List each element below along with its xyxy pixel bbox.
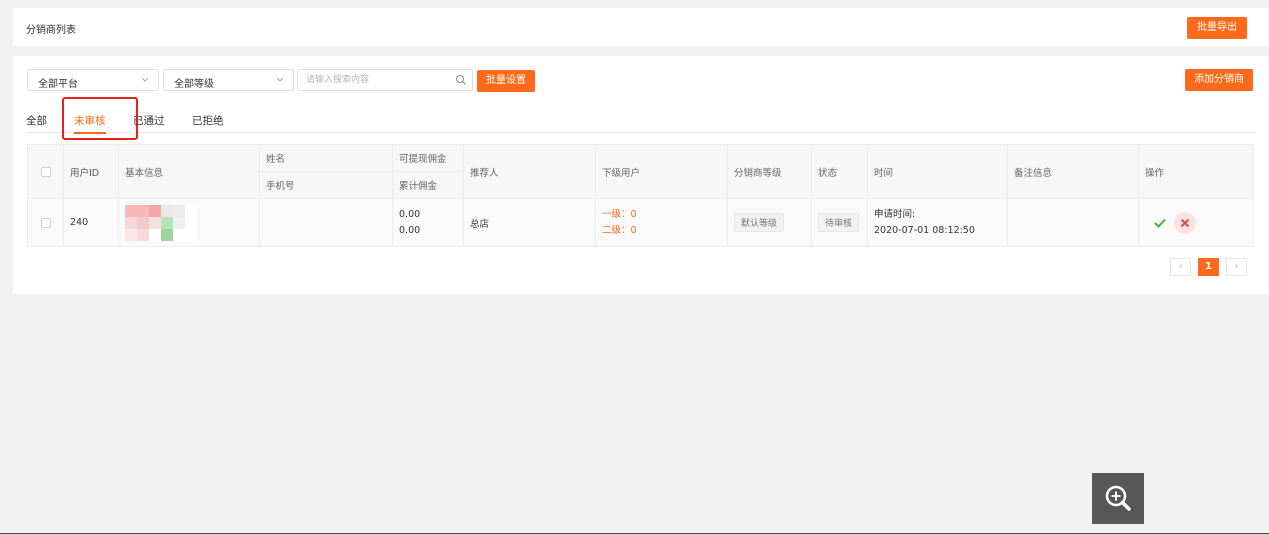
pagination-prev[interactable]: ‹: [1170, 258, 1191, 276]
level-badge: 默认等级: [734, 213, 785, 232]
tab-all[interactable]: 全部: [26, 113, 47, 133]
close-icon[interactable]: [1174, 211, 1197, 234]
select-all-cell: [27, 144, 64, 199]
search-icon[interactable]: [455, 74, 467, 86]
col-actions: 操作: [1138, 144, 1254, 199]
main-card: 全部平台 全部等级 批量设置 添加分销商 全部 未审核 已通过 已拒绝 用户ID…: [13, 56, 1268, 294]
col-remark: 备注信息: [1007, 144, 1139, 199]
chevron-down-icon: [141, 77, 149, 82]
distributor-table: 用户ID 基本信息 姓名 可提现佣金 推荐人 下级用户 分销商等级 状态 时间 …: [27, 144, 1254, 247]
tab-rejected[interactable]: 已拒绝: [192, 113, 224, 133]
status-badge: 待审核: [818, 213, 860, 232]
col-user-id: 用户ID: [63, 144, 119, 199]
platform-select[interactable]: 全部平台: [27, 69, 159, 91]
col-total: 累计佣金: [392, 171, 464, 199]
level-select[interactable]: 全部等级: [163, 69, 294, 91]
row-time-label: 申请时间:: [874, 208, 916, 220]
highlight-annotation: [62, 97, 138, 140]
row-commission: 0.00 0.00: [392, 198, 464, 247]
col-time: 时间: [867, 144, 1008, 199]
chevron-down-icon: [276, 77, 284, 82]
add-distributor-button[interactable]: 添加分销商: [1185, 69, 1253, 91]
col-withdrawable: 可提现佣金: [392, 144, 464, 172]
status-tabs: 全部 未审核 已通过 已拒绝: [26, 113, 1255, 134]
select-all-checkbox[interactable]: [40, 166, 51, 177]
row-basic-info: [118, 198, 260, 247]
row-status-cell: 待审核: [811, 198, 868, 247]
level-select-value: 全部等级: [174, 79, 214, 90]
row-level2-count[interactable]: 二级：0: [602, 223, 721, 239]
col-sub-users: 下级用户: [595, 144, 728, 199]
row-referrer: 总店: [463, 198, 596, 247]
row-actions: [1138, 198, 1254, 247]
row-checkbox[interactable]: [40, 217, 51, 228]
row-remark: [1007, 198, 1139, 247]
batch-settings-button[interactable]: 批量设置: [477, 70, 535, 92]
row-time-value: 2020-07-01 08:12:50: [874, 224, 975, 236]
row-select-cell: [27, 198, 64, 247]
row-time: 申请时间: 2020-07-01 08:12:50: [867, 198, 1008, 247]
check-icon[interactable]: [1153, 216, 1167, 230]
row-sub-users: 一级：0 二级：0: [595, 198, 728, 247]
col-phone: 手机号: [259, 171, 393, 199]
row-level1-count[interactable]: 一级：0: [602, 207, 721, 223]
col-level: 分销商等级: [727, 144, 812, 199]
col-referrer: 推荐人: [463, 144, 596, 199]
platform-select-value: 全部平台: [38, 79, 78, 90]
row-total: 0.00: [399, 224, 421, 236]
search-input[interactable]: [306, 73, 446, 87]
row-name-phone: [259, 198, 393, 247]
pagination-page-1[interactable]: 1: [1198, 258, 1219, 276]
col-name: 姓名: [259, 144, 393, 172]
row-level-cell: 默认等级: [727, 198, 812, 247]
pagination-next[interactable]: ›: [1226, 258, 1247, 276]
avatar: [125, 204, 253, 241]
table-row: 240 0.00 0.00 总店 一级：0 二级：0 默认等级 待审核 申请时间…: [27, 198, 1254, 247]
zoom-button[interactable]: [1092, 473, 1144, 524]
row-user-id: 240: [63, 198, 119, 247]
col-status: 状态: [811, 144, 868, 199]
batch-export-button[interactable]: 批量导出: [1187, 17, 1247, 39]
page-title: 分销商列表: [26, 25, 76, 36]
col-basic-info: 基本信息: [118, 144, 260, 199]
zoom-in-icon: [1105, 485, 1131, 511]
row-withdrawable: 0.00: [399, 208, 421, 220]
search-box: [297, 69, 473, 91]
header-card: 分销商列表 批量导出: [13, 8, 1268, 46]
